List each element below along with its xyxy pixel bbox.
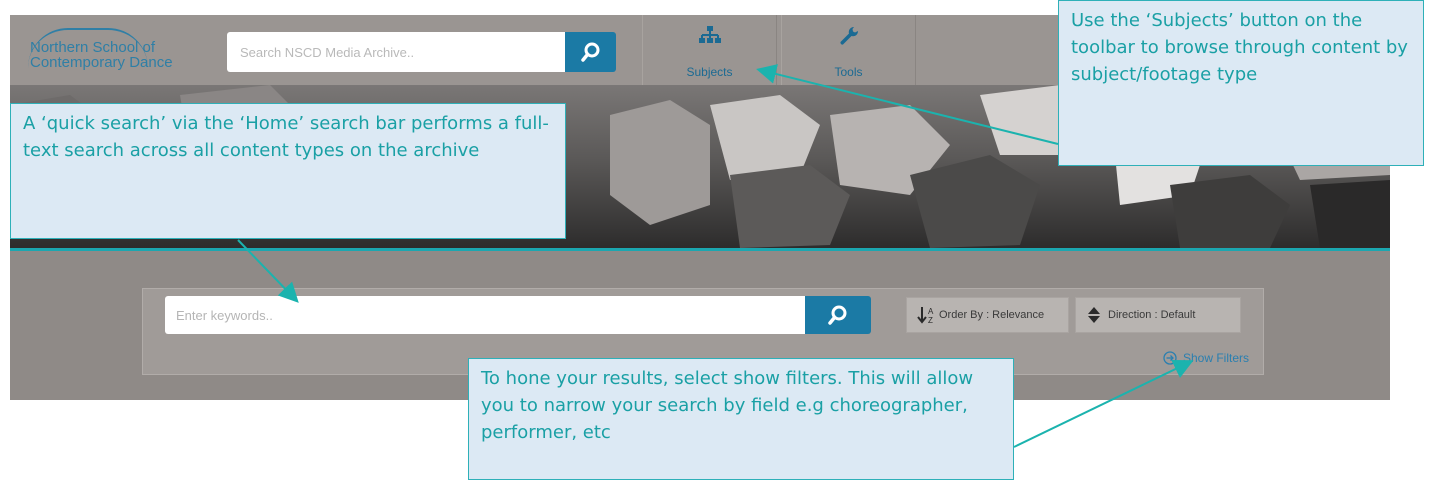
- keyword-search-button[interactable]: [805, 296, 871, 334]
- search-icon: [828, 305, 847, 325]
- wrench-icon: [839, 26, 858, 45]
- keyword-search-input[interactable]: [165, 296, 805, 334]
- search-icon: [580, 42, 599, 62]
- callout-quick-search: A ‘quick search’ via the ‘Home’ search b…: [10, 103, 566, 239]
- svg-text:Z: Z: [928, 316, 933, 325]
- sort-arrows-icon: [1088, 307, 1100, 323]
- nscd-logo[interactable]: Northern School of Contemporary Dance: [24, 26, 214, 76]
- callout-filters: To hone your results, select show filter…: [468, 358, 1014, 480]
- order-by-button[interactable]: A Z Order By : Relevance: [906, 297, 1069, 333]
- callout-subjects-text: Use the ‘Subjects’ button on the toolbar…: [1071, 10, 1408, 85]
- direction-label: Direction : Default: [1108, 309, 1196, 321]
- tools-button[interactable]: Tools: [781, 15, 916, 85]
- logo-text: Northern School of Contemporary Dance: [30, 39, 173, 71]
- direction-button[interactable]: Direction : Default: [1075, 297, 1241, 333]
- sort-alpha-icon: A Z: [917, 307, 934, 325]
- circle-arrow-icon: [1163, 351, 1177, 365]
- archive-search-input[interactable]: [227, 32, 565, 72]
- subjects-button[interactable]: Subjects: [642, 15, 777, 85]
- subjects-label: Subjects: [686, 65, 733, 79]
- show-filters-label: Show Filters: [1182, 351, 1249, 365]
- archive-search-button[interactable]: [565, 32, 616, 72]
- show-filters-link[interactable]: Show Filters: [1163, 351, 1249, 365]
- svg-text:A: A: [928, 307, 934, 316]
- order-by-label: Order By : Relevance: [939, 309, 1045, 321]
- callout-subjects: Use the ‘Subjects’ button on the toolbar…: [1058, 0, 1424, 166]
- callout-quick-search-text: A ‘quick search’ via the ‘Home’ search b…: [23, 113, 549, 161]
- tools-label: Tools: [834, 65, 863, 79]
- callout-filters-text: To hone your results, select show filter…: [481, 368, 974, 443]
- sitemap-icon: [698, 26, 721, 43]
